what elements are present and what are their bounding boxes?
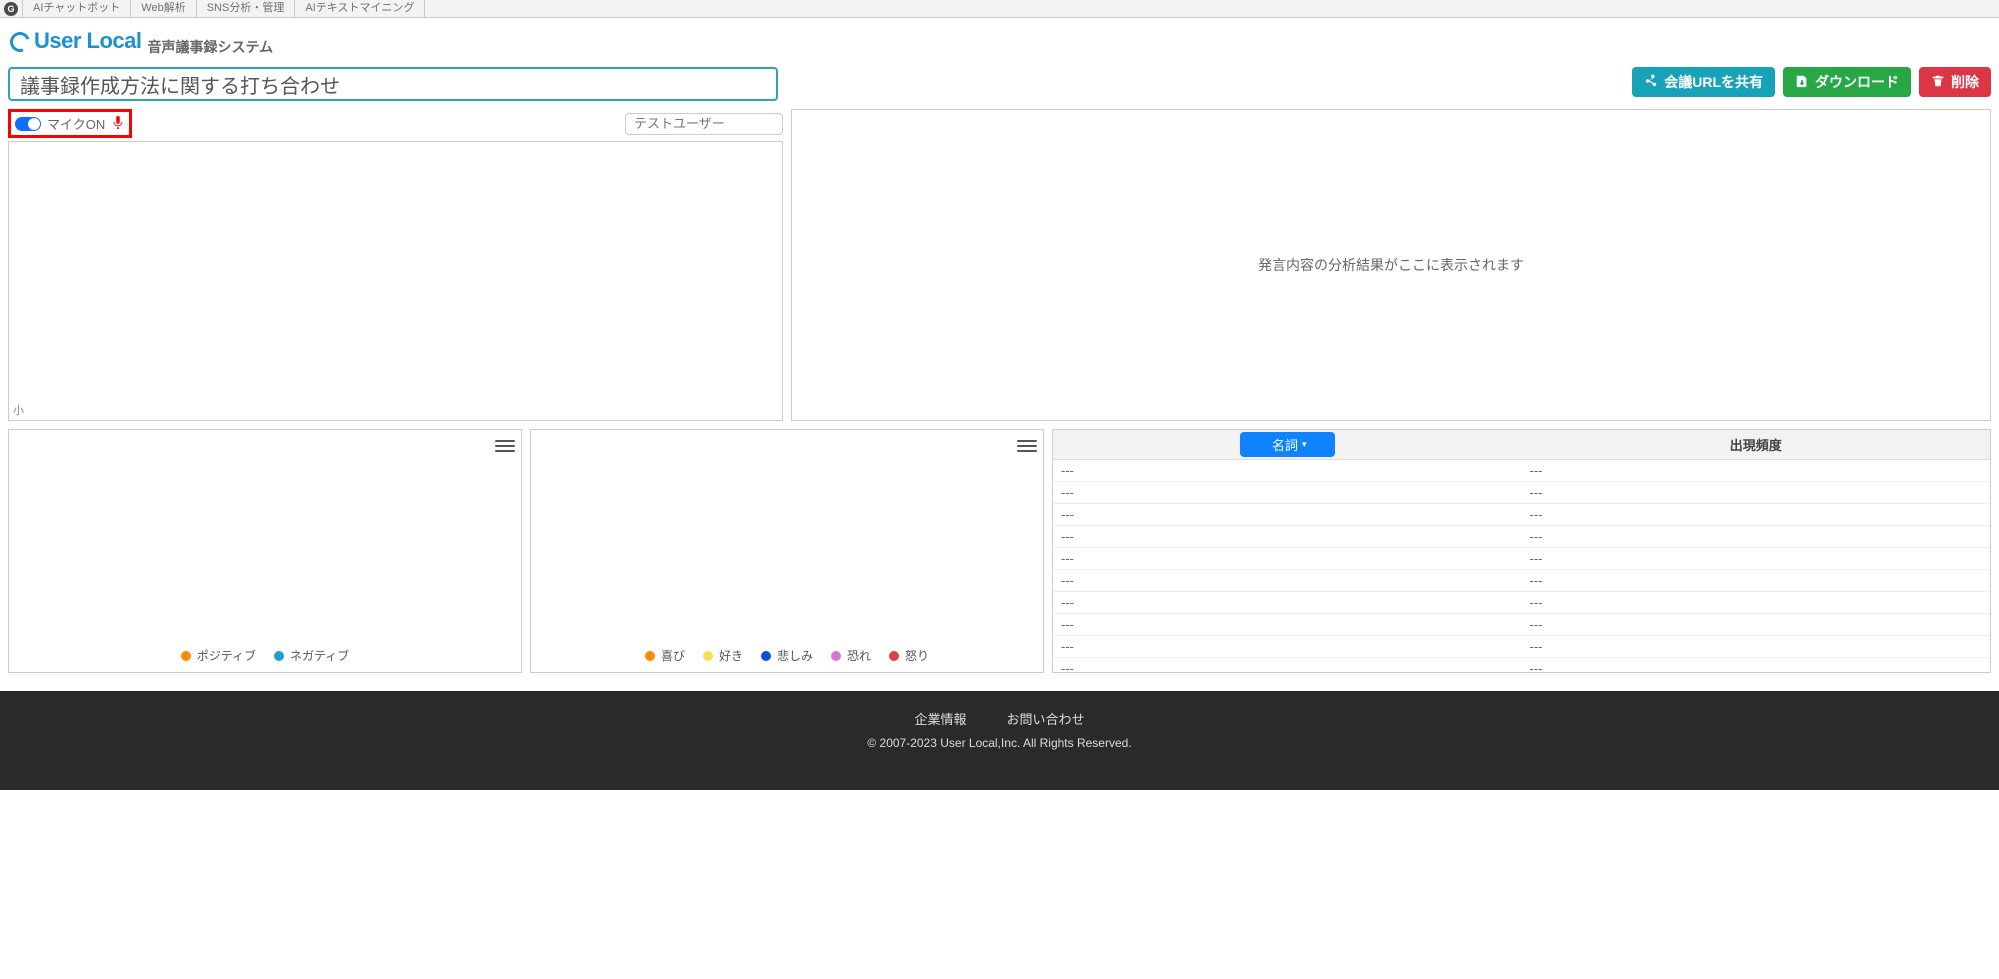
freq-cell: ---	[1522, 548, 1991, 570]
noun-dropdown-button[interactable]: 名詞	[1240, 432, 1335, 457]
noun-cell: ---	[1053, 658, 1522, 674]
download-button[interactable]: ダウンロード	[1783, 67, 1911, 97]
delete-button[interactable]: 削除	[1919, 67, 1991, 97]
freq-cell: ---	[1522, 658, 1991, 674]
trash-icon	[1931, 74, 1945, 91]
mic-toggle[interactable]	[15, 117, 41, 131]
legend-dot-icon	[274, 651, 284, 661]
table-row: ------	[1053, 526, 1990, 548]
table-row: ------	[1053, 482, 1990, 504]
brand-name: User Local	[34, 28, 142, 54]
share-button-label: 会議URLを共有	[1664, 72, 1763, 92]
noun-frequency-table-panel: 名詞 出現頻度 --------------------------------…	[1052, 429, 1991, 673]
legend-label: 悲しみ	[777, 647, 813, 664]
nav-ai-chatbot[interactable]: AIチャットボット	[22, 0, 131, 17]
page-footer: 企業情報 お問い合わせ © 2007-2023 User Local,Inc. …	[0, 691, 1999, 790]
freq-cell: ---	[1522, 636, 1991, 658]
freq-cell: ---	[1522, 570, 1991, 592]
table-row: ------	[1053, 636, 1990, 658]
legend-item[interactable]: 好き	[703, 647, 743, 664]
freq-cell: ---	[1522, 482, 1991, 504]
legend-item[interactable]: 怒り	[889, 647, 929, 664]
legend-dot-icon	[181, 651, 191, 661]
freq-cell: ---	[1522, 614, 1991, 636]
analysis-placeholder-text: 発言内容の分析結果がここに表示されます	[1258, 255, 1524, 275]
footer-link-contact[interactable]: お問い合わせ	[1007, 709, 1085, 728]
mic-control-highlight: マイクON	[8, 109, 132, 138]
legend-dot-icon	[889, 651, 899, 661]
noun-cell: ---	[1053, 636, 1522, 658]
legend-dot-icon	[831, 651, 841, 661]
legend-item[interactable]: 喜び	[645, 647, 685, 664]
noun-cell: ---	[1053, 592, 1522, 614]
table-row: ------	[1053, 658, 1990, 674]
table-row: ------	[1053, 570, 1990, 592]
legend-item[interactable]: 恐れ	[831, 647, 871, 664]
logo[interactable]: User Local	[10, 28, 142, 54]
chart-menu-button[interactable]	[1017, 436, 1037, 456]
freq-col-header: 出現頻度	[1522, 430, 1991, 460]
legend-label: 喜び	[661, 647, 685, 664]
freq-cell: ---	[1522, 460, 1991, 482]
noun-cell: ---	[1053, 526, 1522, 548]
legend-item[interactable]: 悲しみ	[761, 647, 813, 664]
nav-sns[interactable]: SNS分析・管理	[197, 0, 296, 17]
legend-item[interactable]: ネガティブ	[274, 647, 349, 664]
brand-header: User Local 音声議事録システム	[0, 18, 1999, 63]
sentiment-legend: ポジティブ ネガティブ	[9, 647, 521, 664]
legend-label: 恐れ	[847, 647, 871, 664]
noun-cell: ---	[1053, 482, 1522, 504]
noun-cell: ---	[1053, 614, 1522, 636]
emotion-legend: 喜び 好き 悲しみ 恐れ 怒り	[531, 647, 1043, 664]
legend-dot-icon	[761, 651, 771, 661]
legend-item[interactable]: ポジティブ	[181, 647, 256, 664]
noun-col-label: 名詞	[1272, 435, 1298, 454]
noun-cell: ---	[1053, 548, 1522, 570]
noun-cell: ---	[1053, 504, 1522, 526]
top-nav-bar: G AIチャットボット Web解析 SNS分析・管理 AIテキストマイニング	[0, 0, 1999, 18]
table-row: ------	[1053, 592, 1990, 614]
download-icon	[1795, 74, 1809, 91]
chart-menu-button[interactable]	[495, 436, 515, 456]
legend-dot-icon	[645, 651, 655, 661]
table-row: ------	[1053, 614, 1990, 636]
analysis-result-panel: 発言内容の分析結果がここに表示されます	[791, 109, 1991, 421]
speech-transcript-panel[interactable]: 小	[8, 141, 783, 421]
table-row: ------	[1053, 548, 1990, 570]
table-row: ------	[1053, 504, 1990, 526]
logo-mark-icon	[7, 29, 34, 56]
delete-button-label: 削除	[1951, 72, 1979, 92]
share-url-button[interactable]: 会議URLを共有	[1632, 67, 1775, 97]
freq-cell: ---	[1522, 592, 1991, 614]
nav-web-analytics[interactable]: Web解析	[131, 0, 196, 17]
brand-subtitle: 音声議事録システム	[148, 37, 274, 57]
freq-cell: ---	[1522, 526, 1991, 548]
footer-link-company[interactable]: 企業情報	[914, 709, 966, 728]
legend-label: 怒り	[905, 647, 929, 664]
legend-dot-icon	[703, 651, 713, 661]
brand-mark-icon: G	[4, 2, 18, 16]
emotion-chart-panel: 喜び 好き 悲しみ 恐れ 怒り	[530, 429, 1044, 673]
legend-label: ネガティブ	[290, 647, 349, 664]
freq-cell: ---	[1522, 504, 1991, 526]
microphone-icon	[111, 115, 125, 132]
legend-label: 好き	[719, 647, 743, 664]
meeting-title-input[interactable]	[8, 67, 778, 101]
resize-handle[interactable]: 小	[9, 400, 782, 420]
download-button-label: ダウンロード	[1815, 72, 1899, 92]
noun-cell: ---	[1053, 460, 1522, 482]
table-row: ------	[1053, 460, 1990, 482]
nav-text-mining[interactable]: AIテキストマイニング	[295, 0, 425, 17]
footer-copyright: © 2007-2023 User Local,Inc. All Rights R…	[0, 736, 1999, 750]
noun-cell: ---	[1053, 570, 1522, 592]
user-name-input[interactable]	[625, 113, 783, 135]
sentiment-chart-panel: ポジティブ ネガティブ	[8, 429, 522, 673]
share-icon	[1644, 74, 1658, 91]
mic-label: マイクON	[47, 114, 105, 133]
legend-label: ポジティブ	[197, 647, 256, 664]
